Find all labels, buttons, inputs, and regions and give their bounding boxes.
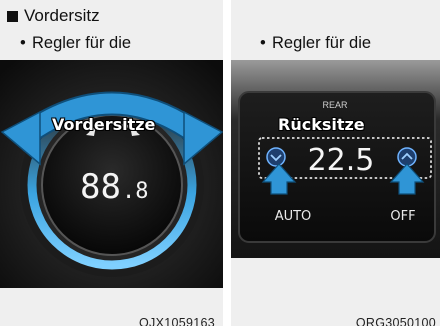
front-seat-panel: Vordersitz • Regler für die 88 .8 Vorder… (0, 0, 223, 326)
front-display-value: 88 (80, 167, 121, 207)
bullet-marker: • (20, 34, 26, 52)
bullet-continuation-rear: Rücksitze (278, 115, 365, 134)
section-heading: Vordersitz (7, 6, 100, 26)
bullet-text: Regler für die (32, 34, 132, 52)
figure-code: OJX1059163 (139, 316, 215, 326)
front-knob-photo: 88 .8 Vordersitze (0, 60, 223, 288)
bullet-continuation-front: Vordersitze (52, 115, 156, 134)
bullet-marker: • (260, 34, 266, 52)
rear-label: REAR (322, 100, 348, 110)
rear-panel-illustration: REAR 22.5 AUTO OFF (231, 60, 440, 258)
bullet-front-controls: • Regler für die (20, 34, 131, 52)
rear-temperature: 22.5 (308, 143, 375, 178)
front-knob-illustration: 88 .8 (0, 60, 223, 288)
square-bullet-icon (7, 10, 18, 22)
front-display-decimal: .8 (122, 179, 149, 204)
off-label: OFF (390, 209, 415, 224)
auto-label: AUTO (275, 209, 312, 224)
rear-seat-panel: • Regler für die REAR 22.5 AUTO OFF Rück… (231, 0, 440, 326)
heading-text: Vordersitz (24, 6, 100, 25)
rear-panel-photo: REAR 22.5 AUTO OFF Rücksitze (231, 60, 440, 258)
bullet-text: Regler für die (272, 34, 372, 52)
bullet-rear-controls: • Regler für die (260, 34, 371, 52)
figure-code: ORG3050100 (355, 316, 436, 326)
